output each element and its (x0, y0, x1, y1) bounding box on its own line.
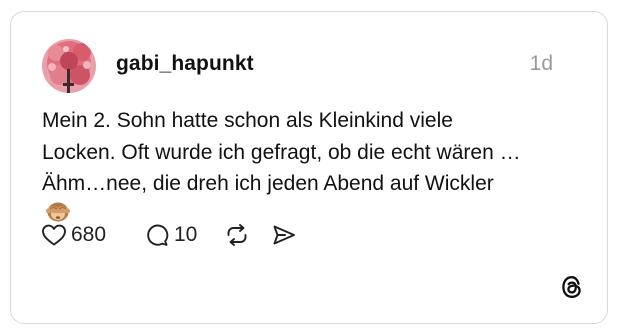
reply-button[interactable]: 10 (144, 220, 197, 250)
post-text: Mein 2. Sohn hatte schon als Kleinkind v… (42, 105, 582, 231)
reply-bubble-icon (147, 224, 169, 246)
share-button[interactable] (271, 220, 297, 250)
threads-post-card: gabi_hapunkt 1d Mein 2. Sohn hatte schon… (10, 11, 608, 324)
repost-icon (227, 224, 247, 246)
reply-count: 10 (174, 223, 198, 246)
post-text-line-last: Ähm…nee, die dreh ich jeden Abend auf Wi… (42, 168, 582, 231)
post-text-line: Mein 2. Sohn hatte schon als Kleinkind v… (42, 109, 453, 132)
threads-logo-icon[interactable] (559, 274, 585, 300)
repost-button[interactable] (224, 220, 250, 250)
username[interactable]: gabi_hapunkt (116, 52, 254, 76)
heart-icon (42, 224, 66, 246)
post-text-line: Ähm…nee, die dreh ich jeden Abend auf Wi… (42, 172, 494, 195)
avatar[interactable] (42, 39, 96, 93)
avatar-image (42, 39, 96, 93)
share-icon (273, 225, 295, 245)
like-button[interactable]: 680 (41, 220, 106, 250)
post-timestamp: 1d (529, 52, 553, 75)
like-count: 680 (71, 223, 107, 246)
post-text-line: Locken. Oft wurde ich gefragt, ob die ec… (42, 140, 521, 164)
see-no-evil-monkey-icon (46, 200, 582, 232)
